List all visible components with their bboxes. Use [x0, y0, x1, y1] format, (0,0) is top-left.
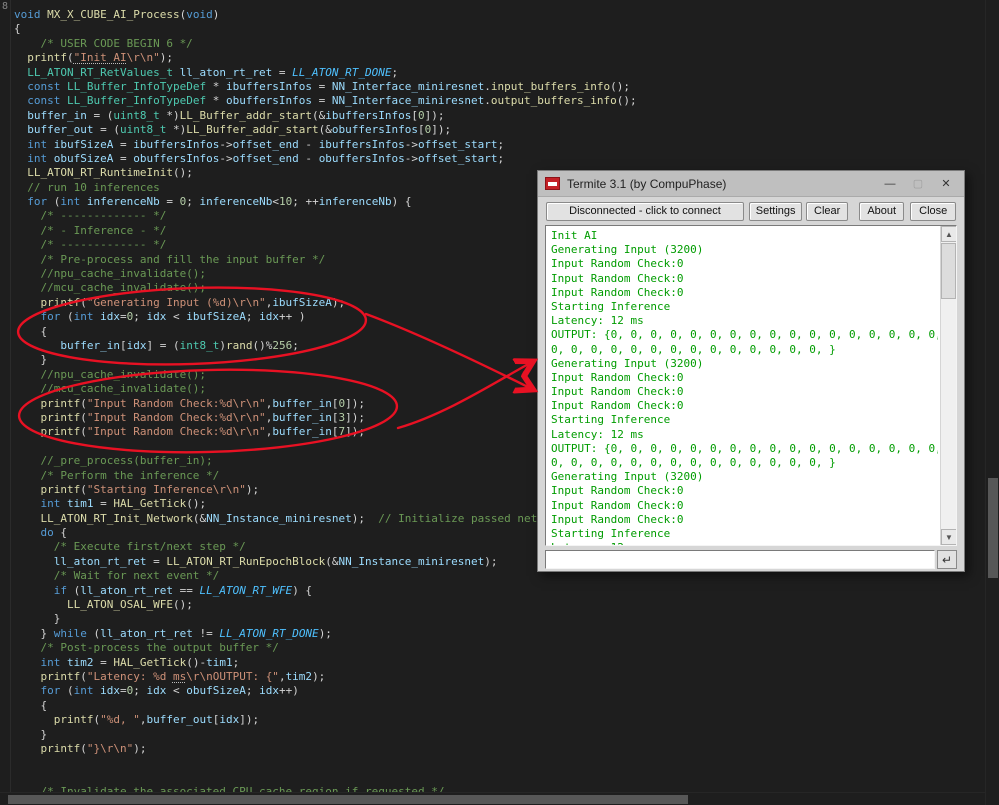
editor-vertical-scrollbar[interactable] — [985, 0, 999, 805]
terminal-line: Input Random Check:0 — [551, 499, 938, 513]
code-line: } while (ll_aton_rt_ret != LL_ATON_RT_DO… — [14, 627, 984, 641]
terminal-scrollbar[interactable]: ▲ ▼ — [940, 226, 956, 545]
maximize-button[interactable]: ▢ — [904, 174, 932, 194]
terminal-line: Input Random Check:0 — [551, 513, 938, 527]
terminal-output: Init AIGenerating Input (3200)Input Rand… — [551, 229, 938, 545]
code-line: { — [14, 22, 984, 36]
termite-toolbar: Disconnected - click to connect Settings… — [538, 197, 964, 225]
code-line: /* Invalidate the associated CPU cache r… — [14, 785, 984, 792]
terminal-line: Input Random Check:0 — [551, 399, 938, 413]
terminal-line: Input Random Check:0 — [551, 286, 938, 300]
transmit-row: ↵ — [545, 550, 957, 569]
code-line: printf("%d, ",buffer_out[idx]); — [14, 713, 984, 727]
terminal-line: 0, 0, 0, 0, 0, 0, 0, 0, 0, 0, 0, 0, 0, 0… — [551, 456, 938, 470]
terminal-line: Input Random Check:0 — [551, 272, 938, 286]
editor-gutter: 8 — [0, 0, 11, 792]
enter-arrow-icon: ↵ — [942, 553, 952, 567]
terminal-line: Generating Input (3200) — [551, 470, 938, 484]
terminal-line: Input Random Check:0 — [551, 257, 938, 271]
code-line: printf("}\r\n"); — [14, 742, 984, 756]
terminal-line: Starting Inference — [551, 300, 938, 314]
terminal-line: Input Random Check:0 — [551, 484, 938, 498]
code-line: void MX_X_CUBE_AI_Process(void) — [14, 8, 984, 22]
code-line: /* Post-process the output buffer */ — [14, 641, 984, 655]
code-line — [14, 756, 984, 770]
terminal-line: Input Random Check:0 — [551, 371, 938, 385]
terminal-line: OUTPUT: {0, 0, 0, 0, 0, 0, 0, 0, 0, 0, 0… — [551, 328, 938, 342]
terminal-line: Latency: 12 ms — [551, 541, 938, 545]
terminal-scrollbar-thumb[interactable] — [941, 243, 956, 299]
code-line: if (ll_aton_rt_ret == LL_ATON_RT_WFE) { — [14, 584, 984, 598]
code-line: printf("Init AI\r\n"); — [14, 51, 984, 65]
code-line: buffer_in = (uint8_t *)LL_Buffer_addr_st… — [14, 109, 984, 123]
minimize-button[interactable]: — — [876, 174, 904, 194]
code-line: int tim2 = HAL_GetTick()-tim1; — [14, 656, 984, 670]
code-line: printf("Latency: %d ms\r\nOUTPUT: {",tim… — [14, 670, 984, 684]
horizontal-scrollbar-thumb[interactable] — [8, 795, 688, 804]
send-button[interactable]: ↵ — [937, 550, 957, 569]
terminal-line: Init AI — [551, 229, 938, 243]
code-line: int obufSizeA = obuffersInfos->offset_en… — [14, 152, 984, 166]
terminal-line: Latency: 12 ms — [551, 314, 938, 328]
termite-title: Termite 3.1 (by CompuPhase) — [567, 177, 876, 191]
termite-icon — [545, 177, 560, 190]
terminal-line: Starting Inference — [551, 413, 938, 427]
close-button[interactable]: Close — [910, 202, 956, 221]
terminal-line: Latency: 12 ms — [551, 428, 938, 442]
scroll-up-arrow-icon[interactable]: ▲ — [941, 226, 957, 242]
code-line: { — [14, 699, 984, 713]
code-line: buffer_out = (uint8_t *)LL_Buffer_addr_s… — [14, 123, 984, 137]
code-line: } — [14, 612, 984, 626]
code-line: int ibufSizeA = ibuffersInfos->offset_en… — [14, 138, 984, 152]
vertical-scrollbar-thumb[interactable] — [988, 478, 998, 578]
close-window-button[interactable]: ✕ — [932, 174, 960, 194]
scroll-down-arrow-icon[interactable]: ▼ — [941, 529, 957, 545]
terminal-line: Starting Inference — [551, 527, 938, 541]
terminal-line: OUTPUT: {0, 0, 0, 0, 0, 0, 0, 0, 0, 0, 0… — [551, 442, 938, 456]
code-line: LL_ATON_OSAL_WFE(); — [14, 598, 984, 612]
code-line: /* USER CODE BEGIN 6 */ — [14, 37, 984, 51]
clear-button[interactable]: Clear — [806, 202, 848, 221]
code-line: const LL_Buffer_InfoTypeDef * obuffersIn… — [14, 94, 984, 108]
settings-button[interactable]: Settings — [749, 202, 802, 221]
code-line: LL_ATON_RT_RetValues_t ll_aton_rt_ret = … — [14, 66, 984, 80]
terminal-line: Input Random Check:0 — [551, 385, 938, 399]
terminal-line: Generating Input (3200) — [551, 243, 938, 257]
code-line: } — [14, 728, 984, 742]
termite-window: Termite 3.1 (by CompuPhase) — ▢ ✕ Discon… — [537, 170, 965, 572]
about-button[interactable]: About — [859, 202, 905, 221]
code-line: for (int idx=0; idx < obufSizeA; idx++) — [14, 684, 984, 698]
transmit-input[interactable] — [545, 550, 935, 569]
editor-horizontal-scrollbar[interactable] — [0, 792, 985, 805]
terminal-line: 0, 0, 0, 0, 0, 0, 0, 0, 0, 0, 0, 0, 0, 0… — [551, 343, 938, 357]
connect-button[interactable]: Disconnected - click to connect — [546, 202, 744, 221]
terminal-view: Init AIGenerating Input (3200)Input Rand… — [545, 225, 957, 546]
line-number: 8 — [2, 1, 8, 12]
code-line — [14, 771, 984, 785]
termite-titlebar[interactable]: Termite 3.1 (by CompuPhase) — ▢ ✕ — [538, 171, 964, 197]
code-line: const LL_Buffer_InfoTypeDef * ibuffersIn… — [14, 80, 984, 94]
terminal-line: Generating Input (3200) — [551, 357, 938, 371]
